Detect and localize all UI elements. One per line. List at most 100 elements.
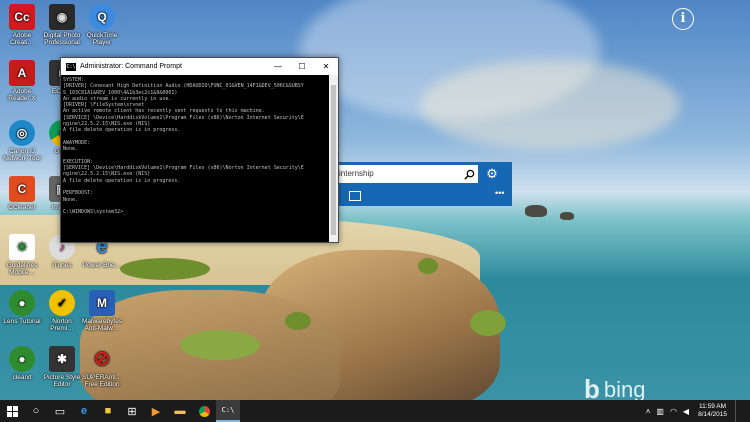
window-titlebar[interactable]: C:\ Administrator: Command Prompt — ☐ ✕ (61, 58, 338, 75)
sea-rock (560, 212, 574, 220)
edge-icon: e (80, 405, 88, 417)
desktop-wallpaper: Cc Adobe Creati… ◉ Digital Photo Profess… (0, 0, 750, 400)
desktop-icon[interactable]: ● Lens Tutorial (2, 290, 42, 325)
desktop-icon-label: QuickTime Player (86, 32, 118, 46)
taskbar-file-explorer[interactable]: ■ (96, 400, 120, 422)
sea-rock (525, 205, 547, 217)
desktop-icon[interactable]: ✓ Norton Premi… (42, 290, 82, 332)
picture-style-icon: ✱ (49, 346, 75, 372)
canon-network-icon: ◎ (9, 120, 35, 146)
window-controls: — ☐ ✕ (266, 58, 338, 75)
wifi-icon[interactable]: ◠ (670, 407, 677, 416)
close-button[interactable]: ✕ (314, 58, 338, 75)
desktop-icon[interactable]: A Adobe Reader X (2, 60, 42, 102)
show-desktop-button[interactable] (735, 400, 750, 422)
console-line: C:\WINDOWS\system32>_ (63, 209, 127, 216)
search-button[interactable] (460, 165, 478, 183)
maximize-button[interactable]: ☐ (290, 58, 314, 75)
cortana-icon: ○ (32, 405, 40, 417)
cortana-button[interactable]: ○ (24, 400, 48, 422)
grass (285, 312, 311, 330)
bing-b-icon: b (584, 374, 600, 400)
superantispyware-icon: ⊘ (93, 347, 111, 370)
task-view-button[interactable]: ▭ (48, 400, 72, 422)
folder-icon: ▬ (174, 405, 186, 417)
grass (120, 258, 210, 280)
desktop-icon-label: Canon IJ Network Tool (3, 148, 41, 162)
taskbar-command-prompt[interactable]: C:\ (216, 400, 240, 422)
store-icon: ⊞ (127, 405, 137, 418)
media-player-icon: ▶ (151, 405, 161, 418)
taskbar-chrome[interactable] (192, 400, 216, 422)
info-icon[interactable]: i (672, 8, 694, 30)
desktop-icon-label: Guidelines Mobile… (6, 262, 38, 276)
search-icon (463, 169, 474, 180)
app-icon: ● (9, 290, 35, 316)
window-title: Administrator: Command Prompt (80, 63, 182, 70)
search-input[interactable]: internship (336, 165, 478, 183)
clock-date: 8/14/2015 (698, 411, 727, 418)
desktop-icon-label: cleanit (12, 374, 32, 381)
taskbar: ○ ▭ e ■ ⊞ ▶ ▬ C:\ ˄ ▥ ◠ ◀ 11:59 AM 8/14/… (0, 400, 750, 422)
desktop-icon-label: Digital Photo Professional (43, 32, 81, 46)
image-search-icon[interactable] (349, 191, 361, 201)
taskbar-folder[interactable]: ▬ (168, 400, 192, 422)
malwarebytes-icon: M (89, 290, 115, 316)
command-prompt-window[interactable]: C:\ Administrator: Command Prompt — ☐ ✕ … (60, 57, 339, 243)
desktop-icon-label: Lens Tutorial (3, 318, 41, 325)
windows-logo-icon (6, 405, 18, 417)
desktop-icon-label: CCleaner (8, 204, 36, 211)
adobe-reader-icon: A (9, 60, 35, 86)
app-icon: ✳ (9, 234, 35, 260)
console-line: [DRIVER] Conexant High Definition Audio … (63, 83, 304, 90)
cloud (420, 60, 680, 150)
clock-time: 11:59 AM (699, 403, 727, 410)
folder-icon: ■ (104, 405, 112, 417)
bing-text: bing (603, 376, 646, 401)
desktop-icon-label: SUPERAnti… Free Edition (82, 374, 123, 388)
minimize-button[interactable]: — (266, 58, 290, 75)
volume-icon[interactable]: ◀ (683, 407, 689, 416)
desktop-icon[interactable]: M Malwarebytes Anti-Malw… (82, 290, 122, 332)
scrollbar[interactable] (329, 75, 338, 242)
desktop-icon[interactable]: ● cleanit (2, 346, 42, 381)
start-button[interactable] (0, 400, 24, 422)
taskbar-edge[interactable]: e (72, 400, 96, 422)
bing-search-panel: internship ⚙ ••• (330, 162, 512, 206)
desktop-icon[interactable]: Q QuickTime Player (82, 4, 122, 46)
scrollbar-thumb[interactable] (331, 85, 336, 235)
adobe-cc-icon: Cc (9, 4, 35, 30)
desktop-icon-label: Norton Premi… (50, 318, 74, 332)
desktop-icon[interactable]: ◎ Canon IJ Network Tool (2, 120, 42, 162)
desktop-icon-label: Picture Style Editor (43, 374, 81, 388)
desktop-icon[interactable]: ✱ Picture Style Editor (42, 346, 82, 388)
cmd-icon: C:\ (66, 62, 76, 71)
system-tray: ˄ ▥ ◠ ◀ 11:59 AM 8/14/2015 (643, 400, 750, 422)
chevron-up-icon[interactable]: ˄ (646, 407, 651, 416)
ccleaner-icon: C (9, 176, 35, 202)
desktop-icon-label: iTunes (52, 262, 72, 269)
console-output[interactable]: SYSTEM: [DRIVER] Conexant High Definition… (63, 77, 328, 240)
desktop-icon-label: Power Brie… (82, 262, 122, 269)
desktop-icon[interactable]: C CCleaner (2, 176, 42, 211)
desktop-icon[interactable]: ⊘ SUPERAnti… Free Edition (82, 346, 123, 389)
cmd-icon: C:\ (221, 406, 235, 414)
more-icon[interactable]: ••• (495, 188, 504, 198)
gear-icon[interactable]: ⚙ (484, 166, 500, 182)
desktop-icon-label: Adobe Creati… (10, 32, 34, 46)
clock[interactable]: 11:59 AM 8/14/2015 (698, 403, 727, 419)
camera-icon: ◉ (49, 4, 75, 30)
taskbar-store[interactable]: ⊞ (120, 400, 144, 422)
grass (470, 310, 506, 336)
desktop-icon[interactable]: ✳ Guidelines Mobile… (2, 234, 42, 276)
app-icon: ● (9, 346, 35, 372)
network-icon[interactable]: ▥ (656, 407, 664, 416)
desktop-icon[interactable]: ◉ Digital Photo Professional (42, 4, 82, 46)
grass (418, 258, 438, 274)
taskbar-media[interactable]: ▶ (144, 400, 168, 422)
desktop-icon-label: Malwarebytes Anti-Malw… (82, 318, 123, 332)
desktop-icon-label: Adobe Reader X (8, 88, 36, 102)
task-view-icon: ▭ (54, 405, 66, 418)
desktop-icon[interactable]: Cc Adobe Creati… (2, 4, 42, 46)
bing-logo: b bing (584, 374, 645, 400)
